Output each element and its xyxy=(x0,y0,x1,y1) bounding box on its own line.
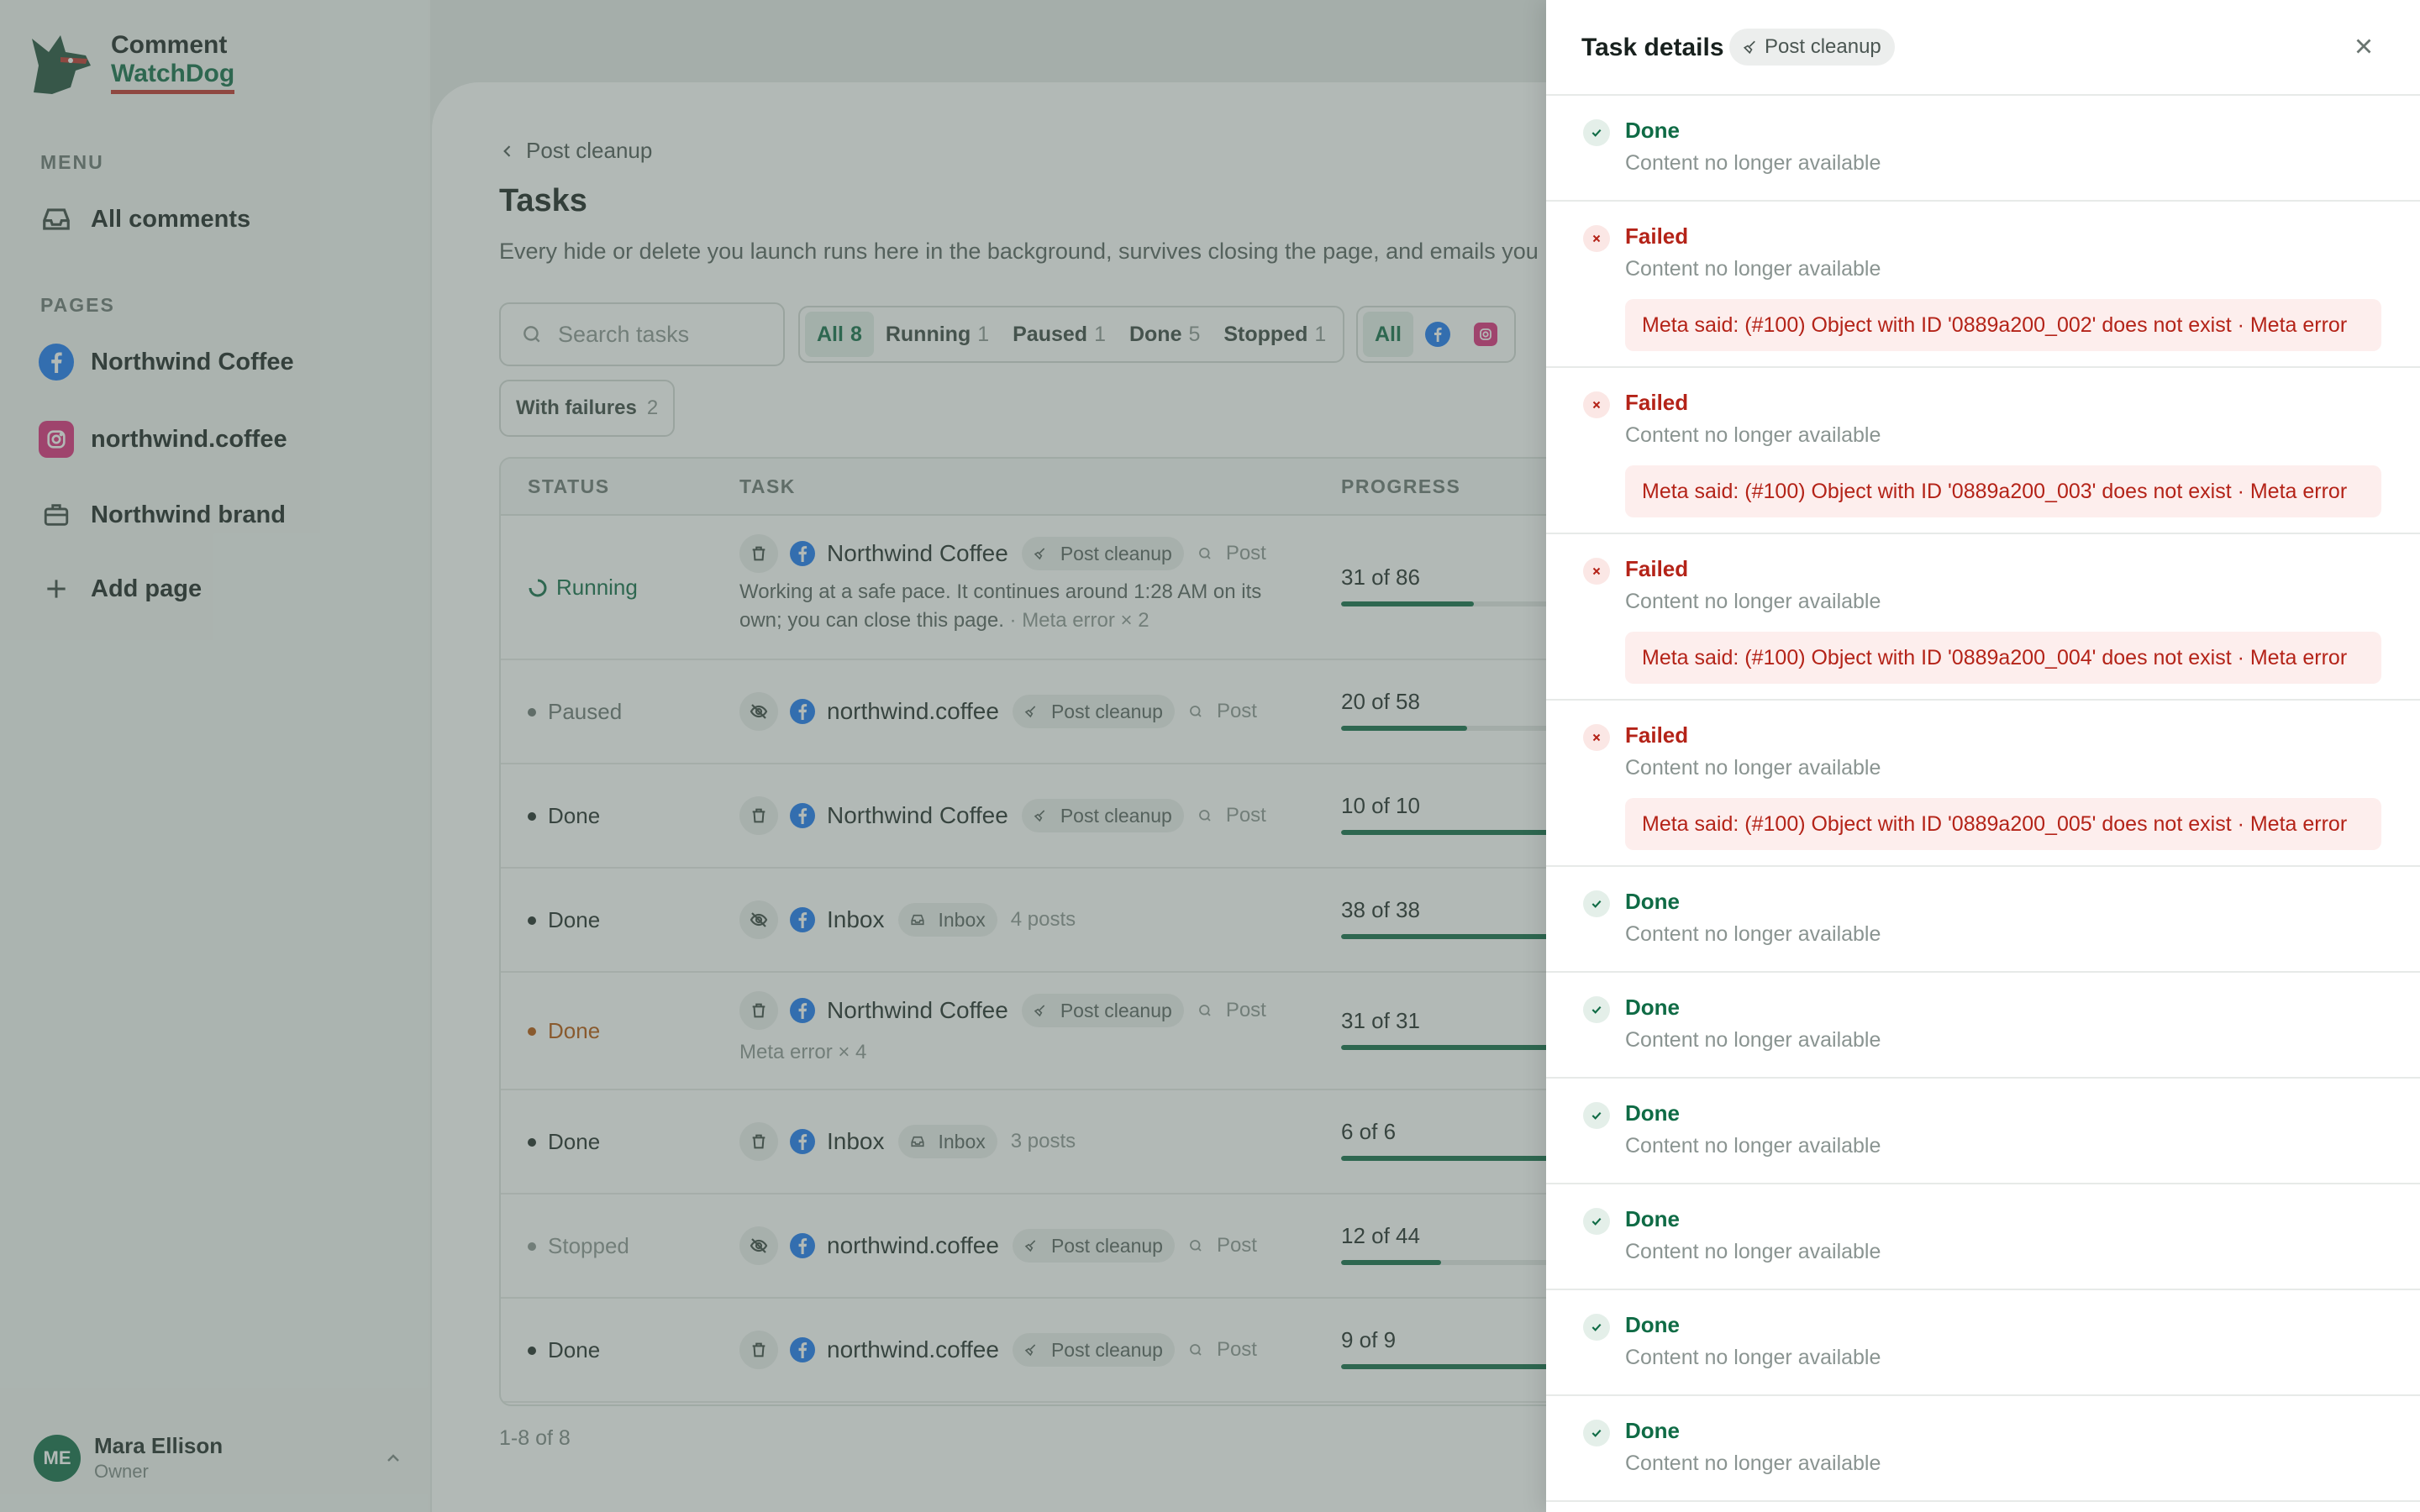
result-status: Failed xyxy=(1625,390,1689,415)
error-x-icon xyxy=(1583,724,1610,751)
task-result-item: Done Content no longer available xyxy=(1546,96,2420,202)
drawer-task-tag: Post cleanup xyxy=(1729,29,1895,66)
task-result-item: Failed Content no longer available Meta sa… xyxy=(1546,534,2420,701)
check-icon xyxy=(1583,1208,1610,1235)
result-description: Content no longer available xyxy=(1625,1240,1881,1263)
task-details-drawer: Task details Post cleanup Done Content no… xyxy=(1546,0,2420,1512)
result-status: Failed xyxy=(1625,722,1689,748)
error-x-icon xyxy=(1583,225,1610,252)
task-result-item: Done Content no longer available xyxy=(1546,1396,2420,1502)
result-status: Failed xyxy=(1625,223,1689,249)
drawer-header: Task details Post cleanup xyxy=(1546,0,2420,96)
result-description: Content no longer available xyxy=(1625,151,1881,175)
check-icon xyxy=(1583,1102,1610,1129)
check-icon xyxy=(1583,1314,1610,1341)
task-result-item: Done Content no longer available xyxy=(1546,973,2420,1079)
result-status: Done xyxy=(1625,995,1680,1020)
broom-icon xyxy=(1743,40,1755,55)
result-description: Content no longer available xyxy=(1625,756,1881,780)
task-result-item: Done Content no longer available xyxy=(1546,1079,2420,1184)
error-message: Meta said: (#100) Object with ID '0889a2… xyxy=(1625,465,2381,517)
result-status: Failed xyxy=(1625,556,1689,581)
result-description: Content no longer available xyxy=(1625,1346,1881,1369)
result-description: Content no longer available xyxy=(1625,423,1881,447)
error-message: Meta said: (#100) Object with ID '0889a2… xyxy=(1625,798,2381,850)
result-description: Content no longer available xyxy=(1625,590,1881,613)
check-icon xyxy=(1583,890,1610,917)
result-status: Done xyxy=(1625,1206,1680,1231)
error-x-icon xyxy=(1583,391,1610,418)
result-status: Done xyxy=(1625,889,1680,914)
error-message: Meta said: (#100) Object with ID '0889a2… xyxy=(1625,632,2381,684)
result-status: Done xyxy=(1625,1312,1680,1337)
result-description: Content no longer available xyxy=(1625,257,1881,281)
result-description: Content no longer available xyxy=(1625,1134,1881,1158)
result-description: Content no longer available xyxy=(1625,922,1881,946)
drawer-title: Task details xyxy=(1581,34,1724,61)
result-description: Content no longer available xyxy=(1625,1028,1881,1052)
task-result-item: Failed Content no longer available Meta sa… xyxy=(1546,701,2420,867)
check-icon xyxy=(1583,996,1610,1023)
task-result-item: Done Content no longer available xyxy=(1546,867,2420,973)
check-icon xyxy=(1583,1420,1610,1446)
check-icon xyxy=(1583,119,1610,146)
close-icon[interactable] xyxy=(2351,34,2376,59)
result-status: Done xyxy=(1625,118,1680,143)
error-message: Meta said: (#100) Object with ID '0889a2… xyxy=(1625,299,2381,351)
result-status: Done xyxy=(1625,1418,1680,1443)
error-x-icon xyxy=(1583,558,1610,585)
task-result-item: Failed Content no longer available Meta sa… xyxy=(1546,368,2420,534)
task-result-item: Done Content no longer available xyxy=(1546,1290,2420,1396)
result-status: Done xyxy=(1625,1100,1680,1126)
result-description: Content no longer available xyxy=(1625,1452,1881,1475)
task-result-item: Done Content no longer available xyxy=(1546,1184,2420,1290)
task-result-item: Failed Content no longer available Meta sa… xyxy=(1546,202,2420,368)
